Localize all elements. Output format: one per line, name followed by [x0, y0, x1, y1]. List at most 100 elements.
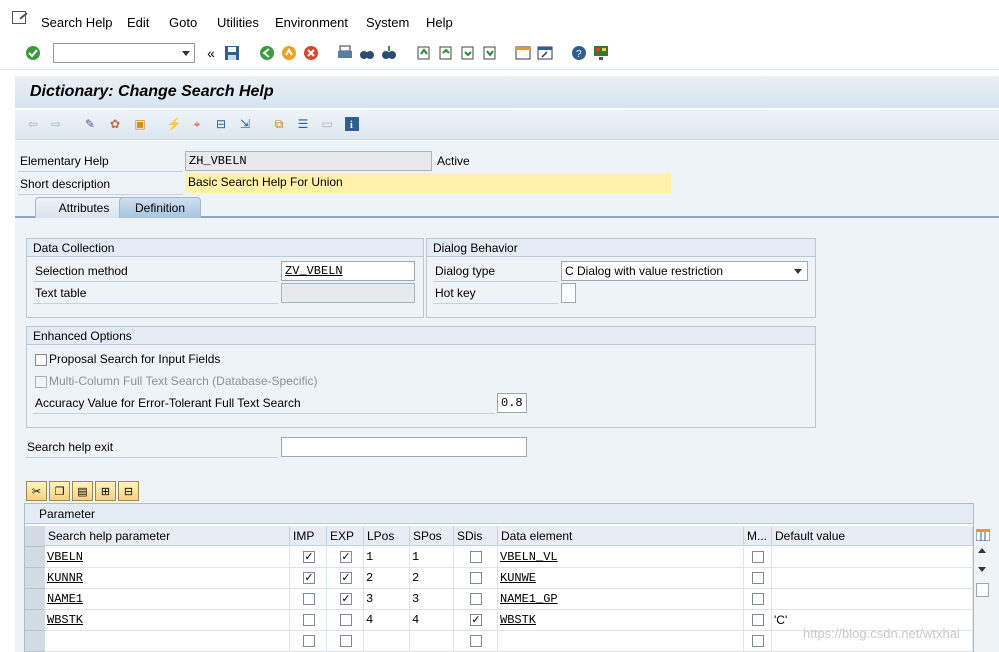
enter-icon[interactable] — [24, 44, 42, 62]
checkbox-cell[interactable] — [744, 547, 772, 568]
element-cell[interactable]: KUNWE — [498, 568, 744, 589]
menu-system[interactable]: System — [366, 15, 409, 30]
accuracy-input[interactable]: 0.8 — [497, 393, 527, 413]
checkbox-cell[interactable]: ✓ — [327, 547, 364, 568]
column-header[interactable]: M... — [744, 526, 772, 546]
select-all-cell[interactable] — [25, 526, 45, 547]
spos-cell[interactable]: 3 — [410, 589, 454, 610]
scroll-thumb[interactable] — [976, 583, 989, 597]
sdis-checkbox[interactable] — [470, 635, 482, 647]
info-icon[interactable]: i — [344, 116, 360, 132]
column-settings-icon[interactable] — [974, 527, 991, 543]
menu-help[interactable]: Help — [426, 15, 453, 30]
column-header[interactable]: SPos — [410, 526, 454, 546]
checkbox-cell[interactable] — [744, 631, 772, 652]
row-selector[interactable] — [25, 547, 45, 568]
hierarchy-icon[interactable]: ⧉ — [271, 116, 287, 132]
spos-cell[interactable]: 1 — [410, 547, 454, 568]
dialog-type-select[interactable]: C Dialog with value restriction — [561, 261, 808, 281]
checkbox-cell[interactable] — [290, 610, 327, 631]
checkbox-cell[interactable] — [744, 589, 772, 610]
checkbox-cell[interactable]: ✓ — [327, 568, 364, 589]
m-checkbox[interactable] — [752, 635, 764, 647]
checkbox-cell[interactable] — [454, 547, 498, 568]
menu-environment[interactable]: Environment — [275, 15, 348, 30]
menu-edit[interactable]: Edit — [127, 15, 149, 30]
next-page-icon[interactable] — [458, 44, 476, 62]
hot-key-input[interactable] — [561, 283, 576, 303]
checkbox-cell[interactable] — [744, 568, 772, 589]
where-used-icon[interactable]: ⌖ — [189, 116, 205, 132]
column-header[interactable]: Default value — [772, 526, 973, 546]
last-page-icon[interactable] — [480, 44, 498, 62]
column-header[interactable]: SDis — [454, 526, 498, 546]
param-cell[interactable] — [45, 631, 290, 652]
copy-icon[interactable]: ❐ — [49, 481, 70, 501]
delete-row-icon[interactable]: ⊟ — [118, 481, 139, 501]
new-session-icon[interactable] — [514, 44, 532, 62]
row-selector[interactable] — [25, 631, 45, 652]
checkbox-cell[interactable]: ✓ — [290, 547, 327, 568]
column-header[interactable]: EXP — [327, 526, 364, 546]
help-icon[interactable]: ? — [570, 44, 588, 62]
imp-checkbox[interactable] — [303, 614, 315, 626]
insert-row-icon[interactable]: ⊞ — [95, 481, 116, 501]
checkbox-cell[interactable] — [290, 631, 327, 652]
element-cell[interactable] — [498, 631, 744, 652]
check-icon[interactable]: ▣ — [132, 116, 148, 132]
test-icon[interactable]: ⊟ — [213, 116, 229, 132]
spos-cell[interactable]: 4 — [410, 610, 454, 631]
spos-cell[interactable] — [410, 631, 454, 652]
m-checkbox[interactable] — [752, 551, 764, 563]
exp-checkbox-checked[interactable]: ✓ — [340, 593, 352, 605]
lpos-cell[interactable]: 3 — [364, 589, 410, 610]
menu-icon[interactable] — [12, 11, 26, 24]
cut-icon[interactable]: ✂ — [26, 481, 47, 501]
column-header[interactable]: IMP — [290, 526, 327, 546]
column-header[interactable]: Data element — [498, 526, 744, 546]
element-cell[interactable]: NAME1_GP — [498, 589, 744, 610]
activate-icon[interactable]: ⚡ — [166, 116, 182, 132]
checkbox-cell[interactable] — [327, 610, 364, 631]
vertical-scrollbar[interactable] — [974, 545, 991, 652]
imp-checkbox-checked[interactable]: ✓ — [303, 551, 315, 563]
checkbox-cell[interactable] — [454, 589, 498, 610]
default-cell[interactable] — [772, 568, 973, 589]
exp-checkbox[interactable] — [340, 614, 352, 626]
imp-checkbox[interactable] — [303, 593, 315, 605]
back-icon[interactable] — [258, 44, 276, 62]
checkbox-cell[interactable]: ✓ — [327, 589, 364, 610]
exp-checkbox[interactable] — [340, 635, 352, 647]
collapse-icon[interactable]: « — [202, 44, 220, 62]
other-object-icon[interactable]: ✿ — [107, 116, 123, 132]
param-cell[interactable]: KUNNR — [45, 568, 290, 589]
align-icon[interactable]: ☰ — [295, 116, 311, 132]
tab-definition[interactable]: Definition — [119, 197, 201, 218]
object-list-icon[interactable]: ⇲ — [237, 116, 253, 132]
customize-layout-icon[interactable] — [592, 44, 610, 62]
chevron-down-icon[interactable] — [794, 269, 802, 274]
paste-icon[interactable]: ▤ — [72, 481, 93, 501]
element-cell[interactable]: WBSTK — [498, 610, 744, 631]
exp-checkbox-checked[interactable]: ✓ — [340, 572, 352, 584]
proposal-search-checkbox[interactable] — [35, 354, 47, 366]
prev-page-icon[interactable] — [436, 44, 454, 62]
param-cell[interactable]: VBELN — [45, 547, 290, 568]
param-cell[interactable]: NAME1 — [45, 589, 290, 610]
element-cell[interactable]: VBELN_VL — [498, 547, 744, 568]
column-header[interactable]: LPos — [364, 526, 410, 546]
exit-icon[interactable] — [280, 44, 298, 62]
scroll-down-icon[interactable] — [978, 567, 986, 572]
row-selector[interactable] — [25, 568, 45, 589]
checkbox-cell[interactable] — [454, 631, 498, 652]
checkbox-cell[interactable] — [454, 568, 498, 589]
arrow-left-icon[interactable]: ⇦ — [25, 116, 41, 132]
row-selector[interactable] — [25, 610, 45, 631]
menu-search-help[interactable]: Search Help — [41, 15, 113, 30]
print-icon[interactable] — [336, 44, 354, 62]
m-checkbox[interactable] — [752, 614, 764, 626]
chevron-down-icon[interactable] — [182, 51, 190, 56]
sdis-checkbox[interactable] — [470, 572, 482, 584]
arrow-right-icon[interactable]: ⇨ — [48, 116, 64, 132]
default-cell[interactable] — [772, 547, 973, 568]
